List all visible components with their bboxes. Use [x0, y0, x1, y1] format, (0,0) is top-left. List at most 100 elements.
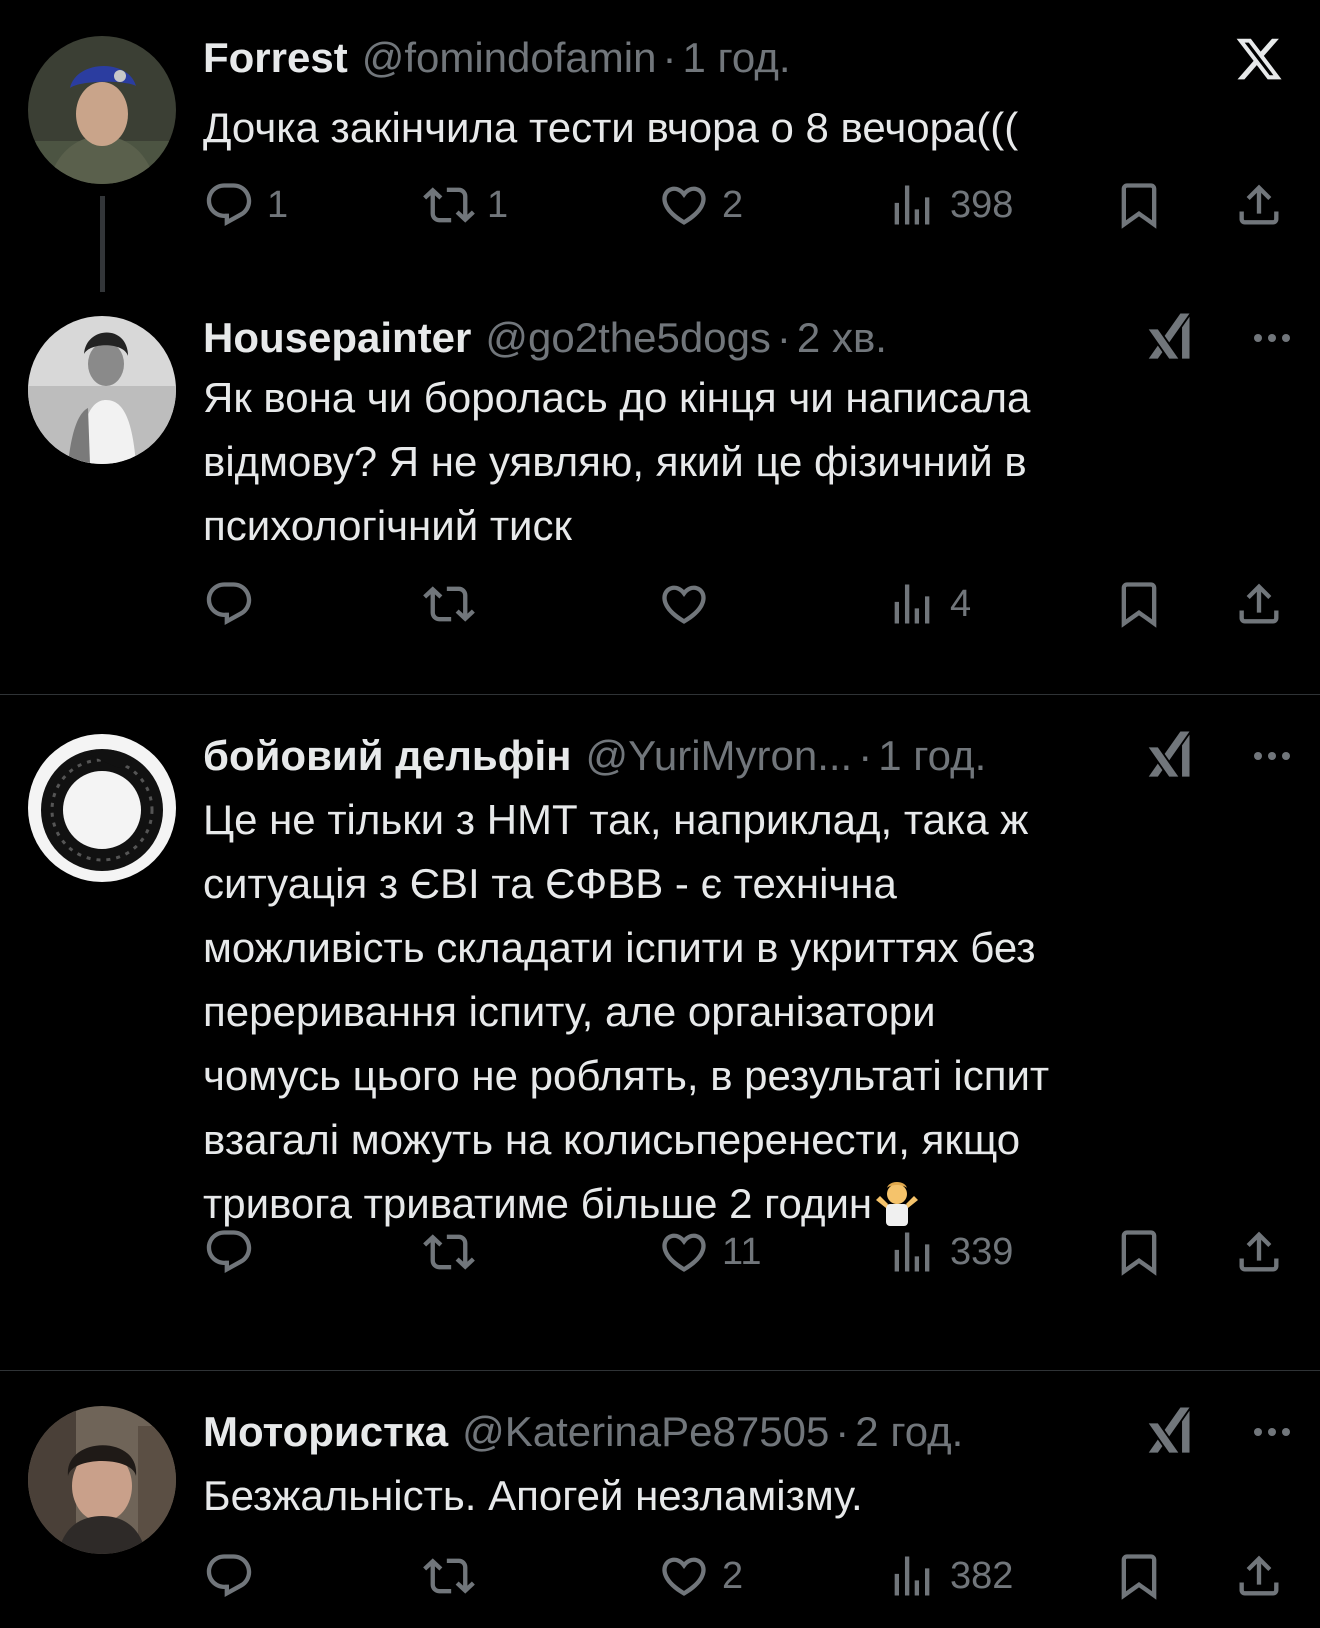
heart-icon: [658, 179, 710, 231]
post-text-line: Це не тільки з НМТ так, наприклад, така …: [203, 796, 1029, 843]
post-text-line: Дочка закінчила тести вчора о 8 вечора((…: [203, 104, 1019, 151]
views-icon: [886, 179, 938, 231]
repost-button[interactable]: [423, 1222, 475, 1282]
more-icon[interactable]: [1254, 1404, 1290, 1460]
more-icon[interactable]: [1254, 310, 1290, 366]
repost-button[interactable]: [423, 574, 475, 634]
share-button[interactable]: [1233, 1222, 1285, 1282]
share-button[interactable]: [1233, 574, 1285, 634]
heart-icon: [658, 1550, 710, 1602]
view-count: 382: [950, 1554, 1014, 1597]
repost-icon: [423, 1226, 475, 1278]
post-text-line: ситуація з ЄВІ та ЄФВВ - є технічна: [203, 860, 897, 907]
reply-button[interactable]: 1: [203, 175, 288, 235]
view-count: 339: [950, 1230, 1014, 1273]
repost-icon: [423, 578, 475, 630]
reply-button[interactable]: [203, 1222, 255, 1282]
views-button[interactable]: 339: [886, 1222, 1013, 1282]
like-button[interactable]: 2: [658, 1546, 743, 1606]
share-button[interactable]: [1233, 1546, 1285, 1606]
avatar[interactable]: [28, 316, 176, 464]
grok-icon[interactable]: [1144, 728, 1200, 784]
separator-dot: ·: [776, 314, 791, 361]
share-icon: [1233, 179, 1285, 231]
action-bar: 2 382: [203, 1546, 1293, 1606]
bookmark-icon: [1113, 578, 1165, 630]
share-icon: [1233, 578, 1285, 630]
avatar[interactable]: [28, 1406, 176, 1554]
post-text: Як вона чи боролась до кінця чи написала…: [203, 366, 1290, 558]
bookmark-button[interactable]: [1113, 574, 1165, 634]
like-button[interactable]: [658, 574, 710, 634]
avatar[interactable]: [28, 36, 176, 184]
post-header: Мотористка @KaterinaPe87505 · 2 год.: [203, 1404, 1290, 1460]
author-name[interactable]: Мотористка: [203, 1408, 448, 1455]
post-divider: [0, 1370, 1320, 1371]
repost-count: 1: [487, 183, 509, 226]
author-handle[interactable]: @YuriMyron...: [586, 732, 853, 779]
reply-icon: [203, 1550, 255, 1602]
reply-icon: [203, 578, 255, 630]
action-bar: 1 1 2 398: [203, 175, 1293, 235]
views-button[interactable]: 4: [886, 574, 971, 634]
like-count: 11: [722, 1230, 762, 1273]
heart-icon: [658, 578, 710, 630]
author-handle[interactable]: @fomindofamin: [362, 34, 657, 81]
repost-button[interactable]: 1: [423, 175, 508, 235]
view-count: 398: [950, 183, 1014, 226]
like-button[interactable]: 11: [658, 1222, 761, 1282]
post-header: Forrest @fomindofamin · 1 год.: [203, 30, 1290, 86]
reply-icon: [203, 1226, 255, 1278]
grok-icon[interactable]: [1144, 1404, 1200, 1460]
author-name[interactable]: Forrest: [203, 34, 348, 81]
post-text-line: Як вона чи боролась до кінця чи написала: [203, 374, 1031, 421]
post-header: бойовий дельфін @YuriMyron... · 1 год.: [203, 728, 1290, 784]
author-handle[interactable]: @go2the5dogs: [485, 314, 771, 361]
share-icon: [1233, 1226, 1285, 1278]
repost-button[interactable]: [423, 1546, 475, 1606]
thread-connector-line: [100, 196, 105, 292]
bookmark-button[interactable]: [1113, 175, 1165, 235]
views-button[interactable]: 382: [886, 1546, 1013, 1606]
bookmark-icon: [1113, 1550, 1165, 1602]
more-icon[interactable]: [1254, 728, 1290, 784]
post-text: Безжальність. Апогей незламізму.: [203, 1464, 1290, 1528]
post-text-line: тривога триватиме більше 2 годин: [203, 1180, 873, 1227]
share-button[interactable]: [1233, 175, 1285, 235]
like-count: 2: [722, 1554, 744, 1597]
grok-icon[interactable]: [1144, 310, 1200, 366]
author-handle[interactable]: @KaterinaPe87505: [462, 1408, 829, 1455]
separator-dot: ·: [662, 34, 677, 81]
reply-button[interactable]: [203, 574, 255, 634]
separator-dot: ·: [835, 1408, 850, 1455]
post-text: Дочка закінчила тести вчора о 8 вечора((…: [203, 96, 1290, 160]
author-name[interactable]: Housepainter: [203, 314, 471, 361]
timestamp[interactable]: 2 хв.: [797, 314, 887, 361]
views-button[interactable]: 398: [886, 175, 1013, 235]
heart-icon: [658, 1226, 710, 1278]
bookmark-button[interactable]: [1113, 1546, 1165, 1606]
action-bar: 4: [203, 574, 1293, 634]
reply-count: 1: [267, 183, 289, 226]
reply-button[interactable]: [203, 1546, 255, 1606]
bookmark-icon: [1113, 179, 1165, 231]
views-icon: [886, 1226, 938, 1278]
post-header: Housepainter @go2the5dogs · 2 хв.: [203, 310, 1290, 366]
post-divider: [0, 694, 1320, 695]
timestamp[interactable]: 1 год.: [682, 34, 790, 81]
separator-dot: ·: [858, 732, 873, 779]
post-text-line: взагалі можуть на колисьперенести, якщо: [203, 1116, 1021, 1163]
avatar[interactable]: [28, 734, 176, 882]
author-name[interactable]: бойовий дельфін: [203, 732, 572, 779]
person-shrugging-emoji: [876, 1182, 919, 1226]
bookmark-icon: [1113, 1226, 1165, 1278]
timestamp[interactable]: 2 год.: [855, 1408, 963, 1455]
bookmark-button[interactable]: [1113, 1222, 1165, 1282]
post-text: Це не тільки з НМТ так, наприклад, така …: [203, 788, 1290, 1236]
post-text-line: Безжальність. Апогей незламізму.: [203, 1472, 863, 1519]
like-button[interactable]: 2: [658, 175, 743, 235]
views-icon: [886, 1550, 938, 1602]
timestamp[interactable]: 1 год.: [878, 732, 986, 779]
reply-icon: [203, 179, 255, 231]
post-text-line: переривання іспиту, але організатори: [203, 988, 936, 1035]
